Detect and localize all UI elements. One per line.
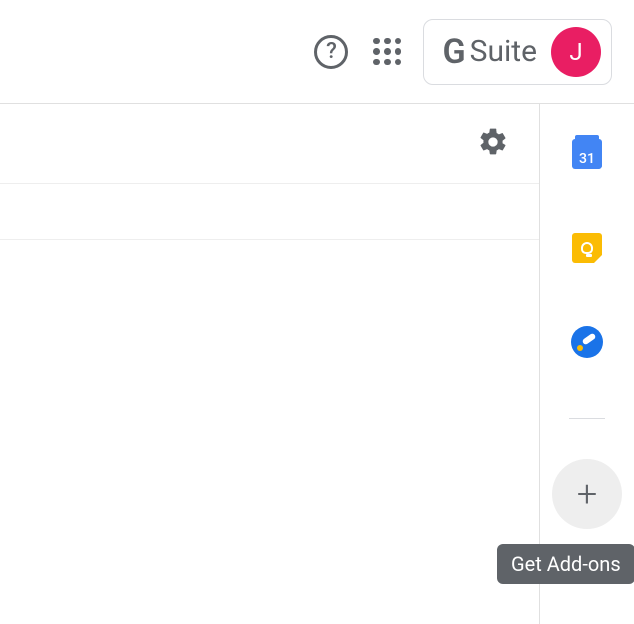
- toolbar-row: [0, 104, 539, 184]
- keep-icon: [572, 233, 602, 263]
- help-icon: ?: [314, 35, 348, 69]
- app-header: ? G Suite J: [0, 0, 634, 104]
- account-avatar[interactable]: J: [551, 27, 601, 77]
- get-addons-button[interactable]: +: [552, 459, 622, 529]
- apps-grid-icon: [373, 38, 401, 66]
- tasks-icon: [571, 326, 603, 358]
- plus-icon: +: [577, 473, 597, 515]
- gsuite-label: G Suite: [442, 32, 537, 72]
- gear-icon: [477, 126, 509, 158]
- calendar-icon: 31: [572, 139, 602, 169]
- side-panel-divider: [569, 418, 605, 419]
- account-chip[interactable]: G Suite J: [423, 19, 612, 85]
- keep-button[interactable]: [569, 230, 605, 266]
- get-addons-tooltip: Get Add-ons: [497, 544, 634, 584]
- settings-button[interactable]: [477, 126, 509, 162]
- main-content: [0, 104, 539, 624]
- apps-launcher-button[interactable]: [367, 32, 407, 72]
- tasks-button[interactable]: [569, 324, 605, 360]
- content-row: [0, 184, 539, 240]
- calendar-button[interactable]: 31: [569, 136, 605, 172]
- help-button[interactable]: ?: [311, 32, 351, 72]
